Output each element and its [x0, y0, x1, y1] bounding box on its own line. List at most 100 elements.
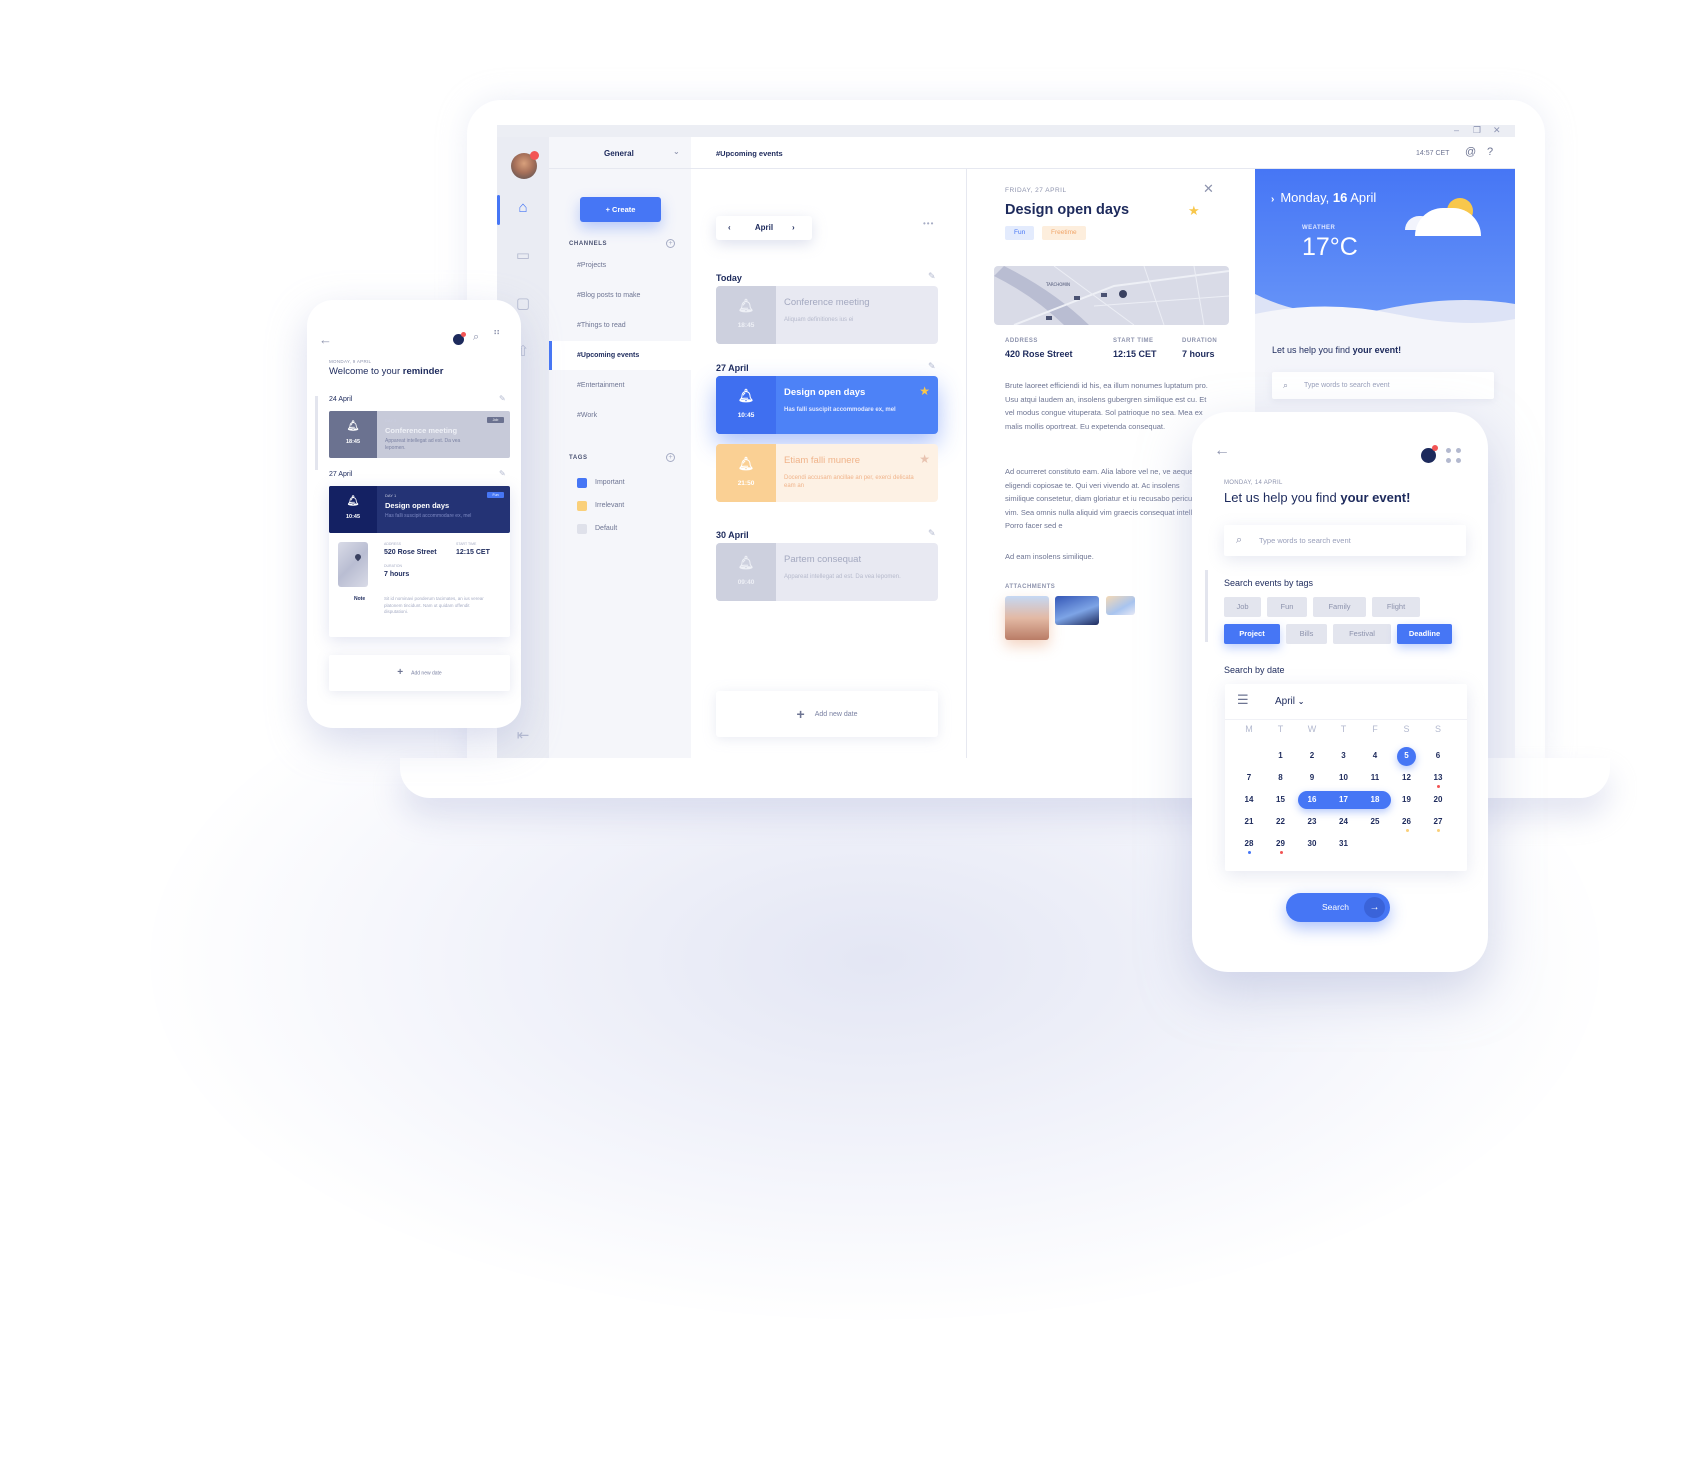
back-arrow-icon[interactable]: ←: [1214, 442, 1230, 460]
edit-icon[interactable]: ✎: [928, 271, 936, 282]
channel-item[interactable]: #Projects: [549, 251, 691, 280]
tag-button[interactable]: Bills: [1286, 624, 1327, 644]
calendar-day[interactable]: 1: [1266, 746, 1296, 766]
calendar-day[interactable]: 26: [1392, 812, 1422, 832]
calendar-day[interactable]: 8: [1266, 768, 1296, 788]
month-dropdown[interactable]: April ⌄: [1275, 696, 1305, 707]
calendar-day[interactable]: 21: [1234, 812, 1264, 832]
scroll-indicator[interactable]: [1205, 570, 1208, 642]
scroll-indicator[interactable]: [315, 396, 318, 470]
search-input[interactable]: ⌕ Type words to search event: [1224, 525, 1466, 556]
tag-button-selected[interactable]: Deadline: [1397, 624, 1452, 644]
calendar-day[interactable]: 4: [1360, 746, 1390, 766]
edit-icon[interactable]: ✎: [928, 361, 936, 372]
calendar-day[interactable]: 24: [1329, 812, 1359, 832]
channel-item[interactable]: #Work: [549, 401, 691, 430]
calendar-day[interactable]: 28: [1234, 834, 1264, 854]
event-card[interactable]: 🔔︎ 18:45 DAY 3 Conference meeting Apparea…: [329, 411, 510, 458]
grid-menu-icon[interactable]: [1446, 448, 1462, 464]
calendar-day[interactable]: 19: [1392, 790, 1422, 810]
calendar-day[interactable]: 7: [1234, 768, 1264, 788]
calendar-day[interactable]: 29: [1266, 834, 1296, 854]
chat-icon[interactable]: ▢: [514, 295, 532, 313]
calendar-day[interactable]: 6: [1423, 746, 1453, 766]
edit-icon[interactable]: ✎: [928, 528, 936, 539]
calendar-day[interactable]: 18: [1360, 790, 1390, 810]
calendar-day[interactable]: 5: [1392, 746, 1422, 766]
tag-item[interactable]: Important: [577, 477, 625, 489]
edit-icon[interactable]: ✎: [499, 469, 506, 478]
calendar-day[interactable]: 16: [1297, 790, 1327, 810]
restore-button[interactable]: ❐: [1473, 125, 1481, 136]
calendar-day[interactable]: 27: [1423, 812, 1453, 832]
search-icon[interactable]: ⌕: [473, 331, 479, 344]
weather-date[interactable]: › Monday, 16 April: [1271, 190, 1376, 205]
mentions-icon[interactable]: @: [1465, 146, 1476, 158]
mini-map[interactable]: [338, 542, 368, 587]
tag-item[interactable]: Default: [577, 523, 617, 535]
event-card[interactable]: 🔔︎ 18:45 Conference meeting Aliquam defin…: [716, 286, 938, 344]
tag-button-selected[interactable]: Project: [1224, 624, 1280, 644]
add-channel-icon[interactable]: +: [666, 239, 675, 248]
calendar-day[interactable]: 20: [1423, 790, 1453, 810]
channel-item[interactable]: #Blog posts to make: [549, 281, 691, 310]
event-card-selected[interactable]: 🔔︎ 10:45 Design open days Has falli susci…: [716, 376, 938, 434]
channel-item[interactable]: #Entertainment: [549, 371, 691, 400]
tag-button[interactable]: Family: [1313, 597, 1366, 617]
tag-pill[interactable]: Freetime: [1042, 226, 1086, 240]
help-icon[interactable]: ?: [1487, 146, 1493, 158]
hamburger-menu-icon[interactable]: ☰: [1237, 692, 1249, 708]
logout-icon[interactable]: ⇤: [514, 727, 532, 745]
more-options-icon[interactable]: •••: [923, 219, 934, 228]
channel-item-active[interactable]: #Upcoming events: [549, 341, 691, 370]
calendar-day[interactable]: 30: [1297, 834, 1327, 854]
folder-icon[interactable]: ▭: [514, 247, 532, 265]
create-button[interactable]: + Create: [580, 197, 661, 222]
calendar-day[interactable]: 11: [1360, 768, 1390, 788]
back-arrow-icon[interactable]: ←: [319, 332, 332, 347]
add-tag-icon[interactable]: +: [666, 453, 675, 462]
star-icon[interactable]: ★: [919, 452, 930, 466]
calendar-day[interactable]: 22: [1266, 812, 1296, 832]
grid-menu-icon[interactable]: ⠶: [493, 328, 505, 338]
star-icon[interactable]: ★: [1188, 203, 1200, 219]
tag-button[interactable]: Festival: [1333, 624, 1391, 644]
calendar-day[interactable]: 2: [1297, 746, 1327, 766]
add-new-date-button[interactable]: + Add new date: [716, 691, 938, 737]
attachment-thumbnail[interactable]: [1106, 596, 1135, 615]
calendar-day[interactable]: 3: [1329, 746, 1359, 766]
tag-button[interactable]: Fun: [1267, 597, 1307, 617]
edit-icon[interactable]: ✎: [499, 394, 506, 403]
attachment-thumbnail[interactable]: [1055, 596, 1099, 625]
calendar-day[interactable]: 17: [1329, 790, 1359, 810]
add-new-date-button[interactable]: + Add new date: [329, 655, 510, 691]
tag-button[interactable]: Flight: [1372, 597, 1420, 617]
calendar-day[interactable]: 14: [1234, 790, 1264, 810]
workspace-selector[interactable]: General ⌄: [549, 137, 691, 169]
tag-pill[interactable]: Fun: [1005, 226, 1035, 240]
calendar-day[interactable]: 25: [1360, 812, 1390, 832]
channel-item[interactable]: #Things to read: [549, 311, 691, 340]
close-icon[interactable]: ✕: [1203, 181, 1214, 197]
calendar-day[interactable]: 15: [1266, 790, 1296, 810]
next-month-button[interactable]: ›: [792, 216, 795, 240]
minimize-button[interactable]: –: [1454, 125, 1459, 135]
event-card[interactable]: 🔔︎ 21:50 Etiam falli munere Docendi accus…: [716, 444, 938, 502]
attachment-thumbnail[interactable]: [1005, 596, 1049, 640]
prev-month-button[interactable]: ‹: [728, 216, 731, 240]
calendar-day[interactable]: 9: [1297, 768, 1327, 788]
calendar-day[interactable]: 31: [1329, 834, 1359, 854]
calendar-day[interactable]: 12: [1392, 768, 1422, 788]
location-map[interactable]: TARCHOMIN: [994, 266, 1229, 325]
expanded-event-card[interactable]: 🔔︎ 10:45 DAY 1 Design open days Has falli…: [329, 486, 510, 637]
calendar-day[interactable]: 23: [1297, 812, 1327, 832]
home-icon[interactable]: ⌂: [514, 199, 532, 217]
calendar-day[interactable]: 10: [1329, 768, 1359, 788]
search-button[interactable]: Search →: [1286, 893, 1390, 922]
tag-button[interactable]: Job: [1224, 597, 1261, 617]
search-input[interactable]: ⌕ Type words to search event: [1272, 372, 1494, 399]
close-window-button[interactable]: ✕: [1493, 125, 1501, 136]
calendar-day[interactable]: 13: [1423, 768, 1453, 788]
star-icon[interactable]: ★: [919, 384, 930, 398]
event-card[interactable]: 🔔︎ 09:40 Partem consequat Appareat intell…: [716, 543, 938, 601]
